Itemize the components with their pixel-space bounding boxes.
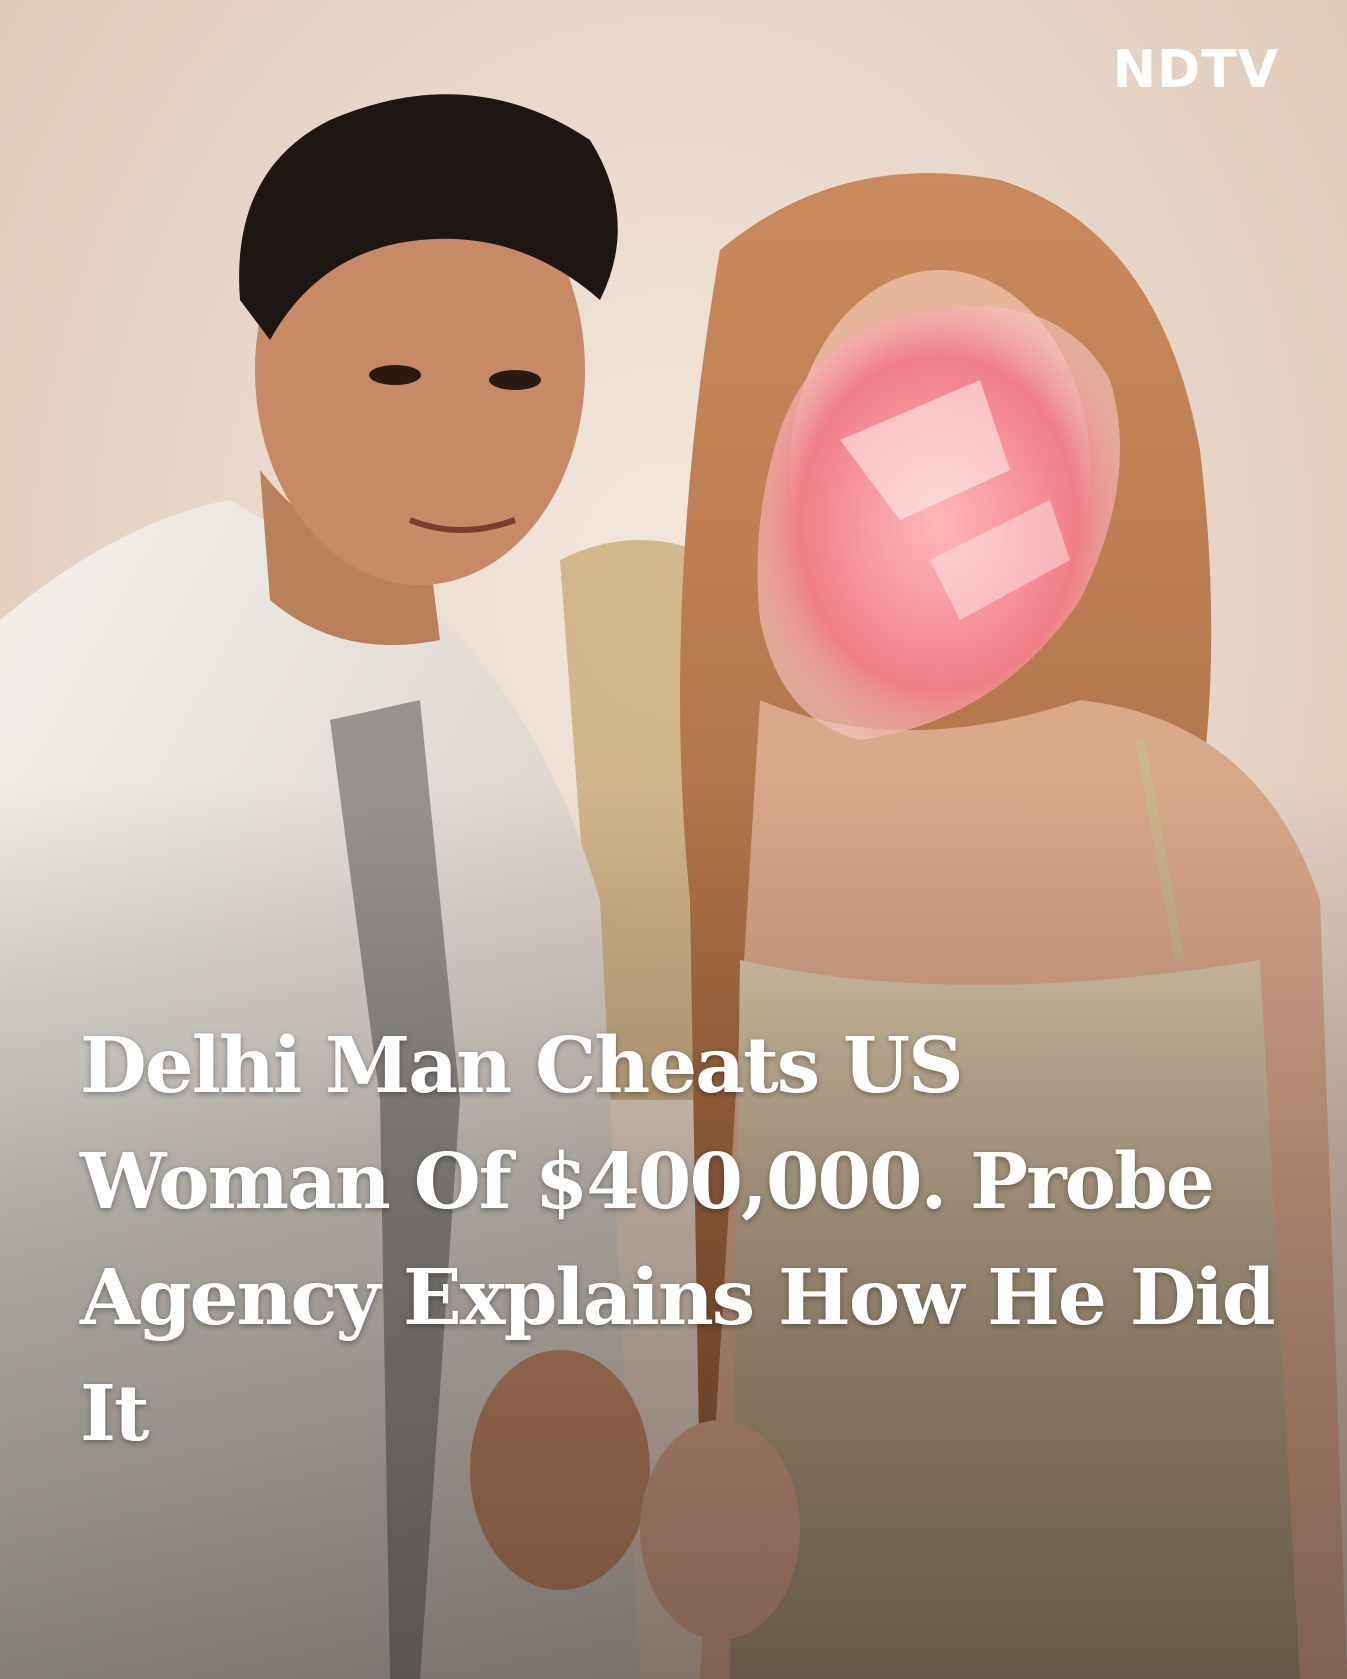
headline: Delhi Man Cheats US Woman Of $400,000. P… xyxy=(80,1021,1276,1459)
logo-text: NDTV xyxy=(1112,40,1279,100)
news-card: NDTV Delhi Man Cheats US Woman Of $400,0… xyxy=(0,0,1347,1679)
ndtv-logo: NDTV xyxy=(1113,44,1279,96)
